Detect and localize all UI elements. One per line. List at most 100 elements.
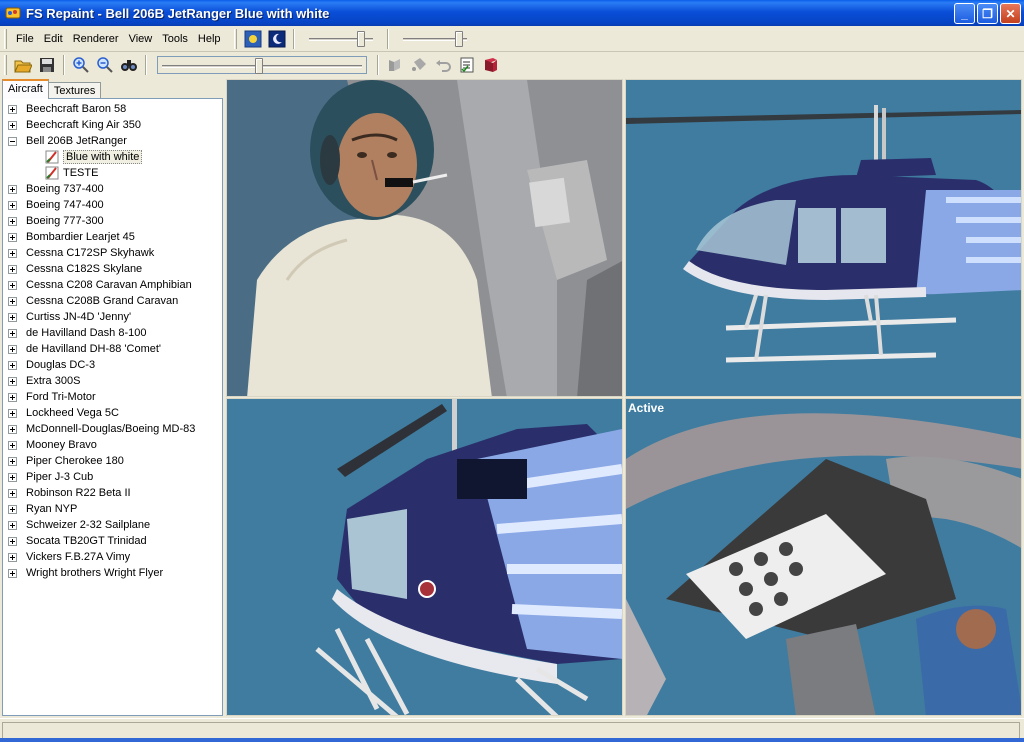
tree-item[interactable]: Beechcraft Baron 58 bbox=[3, 101, 222, 117]
expand-icon[interactable] bbox=[8, 536, 17, 546]
menu-edit[interactable]: Edit bbox=[39, 31, 68, 47]
sun-lighting-button[interactable] bbox=[242, 28, 264, 50]
tree-item[interactable]: Piper Cherokee 180 bbox=[3, 453, 222, 469]
aircraft-tree[interactable]: Beechcraft Baron 58 Beechcraft King Air 3… bbox=[2, 98, 223, 716]
expand-icon[interactable] bbox=[8, 472, 17, 482]
maximize-button[interactable]: ❐ bbox=[977, 3, 998, 24]
menu-file[interactable]: File bbox=[11, 31, 39, 47]
renderer-slider-a[interactable] bbox=[305, 30, 377, 48]
tree-item[interactable]: Ryan NYP bbox=[3, 501, 222, 517]
expand-icon[interactable] bbox=[8, 312, 17, 322]
toolbar-grip[interactable] bbox=[233, 28, 237, 49]
slider-thumb[interactable] bbox=[455, 30, 464, 47]
moon-lighting-button[interactable] bbox=[266, 28, 288, 50]
expand-icon[interactable] bbox=[8, 104, 17, 114]
expand-icon[interactable] bbox=[8, 456, 17, 466]
expand-icon[interactable] bbox=[8, 248, 17, 258]
viewport-top-right[interactable] bbox=[625, 79, 1022, 397]
expand-icon[interactable] bbox=[8, 280, 17, 290]
tree-item[interactable]: McDonnell-Douglas/Boeing MD-83 bbox=[3, 421, 222, 437]
expand-icon[interactable] bbox=[8, 504, 17, 514]
main-toolbar bbox=[0, 52, 1024, 78]
expand-icon[interactable] bbox=[8, 392, 17, 402]
expand-icon[interactable] bbox=[8, 568, 17, 578]
expand-icon[interactable] bbox=[8, 264, 17, 274]
tree-item[interactable]: Schweizer 2-32 Sailplane bbox=[3, 517, 222, 533]
tree-item[interactable]: Cessna C172SP Skyhawk bbox=[3, 245, 222, 261]
expand-icon[interactable] bbox=[8, 344, 17, 354]
tree-item[interactable]: Socata TB20GT Trinidad bbox=[3, 533, 222, 549]
tree-item[interactable]: Boeing 747-400 bbox=[3, 197, 222, 213]
expand-icon[interactable] bbox=[8, 408, 17, 418]
open-button[interactable] bbox=[12, 54, 34, 76]
stamp-button[interactable] bbox=[384, 54, 406, 76]
collapse-icon[interactable] bbox=[8, 136, 17, 146]
tree-item[interactable]: Douglas DC-3 bbox=[3, 357, 222, 373]
zoom-in-button[interactable] bbox=[70, 54, 92, 76]
menu-help[interactable]: Help bbox=[193, 31, 226, 47]
tab-textures[interactable]: Textures bbox=[47, 82, 102, 99]
tree-item[interactable]: Ford Tri-Motor bbox=[3, 389, 222, 405]
tree-item[interactable]: de Havilland DH-88 'Comet' bbox=[3, 341, 222, 357]
sun-icon bbox=[244, 30, 262, 47]
menu-renderer[interactable]: Renderer bbox=[68, 31, 124, 47]
main-slider[interactable] bbox=[157, 56, 367, 74]
toolbar-grip[interactable] bbox=[4, 55, 7, 75]
expand-icon[interactable] bbox=[8, 232, 17, 242]
tree-child-item[interactable]: TESTE bbox=[3, 165, 222, 181]
tree-child-item[interactable]: Blue with white bbox=[3, 149, 222, 165]
find-button[interactable] bbox=[118, 54, 140, 76]
tree-item[interactable]: Beechcraft King Air 350 bbox=[3, 117, 222, 133]
expand-icon[interactable] bbox=[8, 360, 17, 370]
slider-thumb[interactable] bbox=[357, 30, 366, 47]
tree-item[interactable]: Vickers F.B.27A Vimy bbox=[3, 549, 222, 565]
tree-item[interactable]: Wright brothers Wright Flyer bbox=[3, 565, 222, 581]
undo-button[interactable] bbox=[432, 54, 454, 76]
tree-item[interactable]: Extra 300S bbox=[3, 373, 222, 389]
tree-item[interactable]: Bombardier Learjet 45 bbox=[3, 229, 222, 245]
tree-item[interactable]: Boeing 737-400 bbox=[3, 181, 222, 197]
tree-item[interactable]: Cessna C182S Skylane bbox=[3, 261, 222, 277]
expand-icon[interactable] bbox=[8, 520, 17, 530]
tree-item[interactable]: de Havilland Dash 8-100 bbox=[3, 325, 222, 341]
title-bar[interactable]: FS Repaint - Bell 206B JetRanger Blue wi… bbox=[0, 0, 1024, 26]
zoom-out-button[interactable] bbox=[94, 54, 116, 76]
checklist-button[interactable] bbox=[456, 54, 478, 76]
tab-aircraft[interactable]: Aircraft bbox=[2, 79, 49, 99]
expand-icon[interactable] bbox=[8, 440, 17, 450]
expand-icon[interactable] bbox=[8, 328, 17, 338]
viewport-bottom-left[interactable] bbox=[226, 398, 623, 716]
expand-icon[interactable] bbox=[8, 120, 17, 130]
slider-thumb[interactable] bbox=[255, 58, 264, 74]
tree-item[interactable]: Cessna C208 Caravan Amphibian bbox=[3, 277, 222, 293]
tree-item[interactable]: Curtiss JN-4D 'Jenny' bbox=[3, 309, 222, 325]
tree-item[interactable]: Lockheed Vega 5C bbox=[3, 405, 222, 421]
expand-icon[interactable] bbox=[8, 376, 17, 386]
menu-tools[interactable]: Tools bbox=[157, 31, 193, 47]
tree-item[interactable]: Bell 206B JetRanger bbox=[3, 133, 222, 149]
expand-icon[interactable] bbox=[8, 184, 17, 194]
expand-icon[interactable] bbox=[8, 216, 17, 226]
tree-item[interactable]: Piper J-3 Cub bbox=[3, 469, 222, 485]
expand-icon[interactable] bbox=[8, 552, 17, 562]
renderer-slider-b[interactable] bbox=[399, 30, 471, 48]
toolbar-grip[interactable] bbox=[4, 28, 7, 49]
expand-icon[interactable] bbox=[8, 488, 17, 498]
expand-icon[interactable] bbox=[8, 296, 17, 306]
menu-view[interactable]: View bbox=[124, 31, 158, 47]
fill-button[interactable] bbox=[408, 54, 430, 76]
viewport-top-left[interactable] bbox=[226, 79, 623, 397]
stamp-icon bbox=[389, 59, 400, 71]
tree-item[interactable]: Boeing 777-300 bbox=[3, 213, 222, 229]
save-button[interactable] bbox=[36, 54, 58, 76]
tree-item[interactable]: Cessna C208B Grand Caravan bbox=[3, 293, 222, 309]
expand-icon[interactable] bbox=[8, 424, 17, 434]
viewport-bottom-right[interactable]: Active bbox=[625, 398, 1022, 716]
tree-item-label: Vickers F.B.27A Vimy bbox=[26, 551, 131, 563]
expand-icon[interactable] bbox=[8, 200, 17, 210]
close-button[interactable]: ✕ bbox=[1000, 3, 1021, 24]
tree-item[interactable]: Mooney Bravo bbox=[3, 437, 222, 453]
tree-item[interactable]: Robinson R22 Beta II bbox=[3, 485, 222, 501]
minimize-button[interactable]: _ bbox=[954, 3, 975, 24]
book-button[interactable] bbox=[480, 54, 502, 76]
